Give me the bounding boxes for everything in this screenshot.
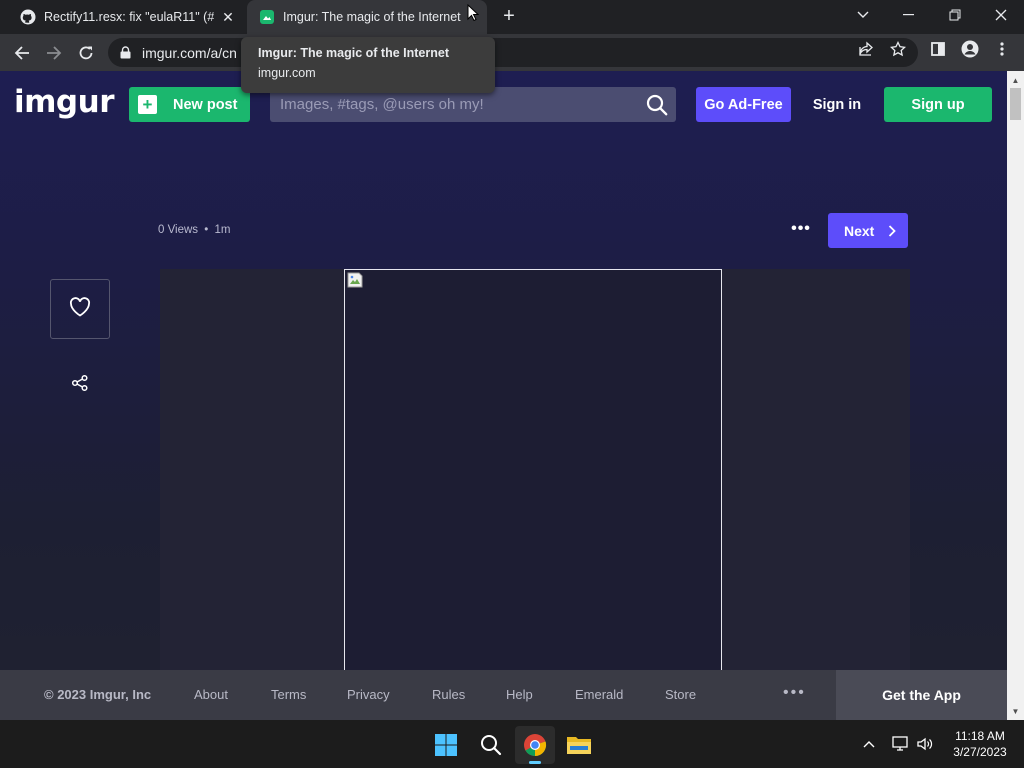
heart-icon	[69, 296, 91, 322]
next-label: Next	[844, 222, 875, 239]
github-icon	[20, 9, 36, 25]
bookmark-star-icon[interactable]	[888, 39, 908, 59]
back-button[interactable]	[8, 39, 36, 67]
post-meta: 0 Views • 1m	[158, 224, 230, 236]
show-hidden-icons-chevron-icon[interactable]	[858, 720, 880, 768]
volume-icon[interactable]	[914, 720, 936, 768]
tab-github[interactable]: Rectify11.resx: fix "eulaR11" (#12… ✕	[8, 0, 246, 34]
footer-link-privacy[interactable]: Privacy	[347, 687, 390, 702]
footer-link-help[interactable]: Help	[506, 687, 533, 702]
footer-link-rules[interactable]: Rules	[432, 687, 465, 702]
forward-button[interactable]	[40, 39, 68, 67]
mouse-cursor-icon	[467, 4, 479, 22]
footer-link-emerald[interactable]: Emerald	[575, 687, 623, 702]
page-footer: © 2023 Imgur, Inc About Terms Privacy Ru…	[0, 670, 1007, 720]
side-panel-icon[interactable]	[928, 39, 948, 59]
broken-image-icon	[347, 272, 363, 288]
search-icon	[481, 735, 502, 756]
clock-time: 11:18 AM	[955, 729, 1005, 743]
taskbar-file-explorer[interactable]	[559, 726, 599, 764]
windows-logo-icon	[435, 734, 457, 756]
folder-icon	[567, 737, 591, 754]
close-window-button[interactable]	[978, 0, 1024, 30]
clock-date: 3/27/2023	[953, 745, 1007, 759]
footer-link-store[interactable]: Store	[665, 687, 696, 702]
page-viewport: imgur + New post Go Ad-Free Sign in Sign…	[0, 71, 1007, 720]
footer-link-about[interactable]: About	[194, 687, 228, 702]
search-icon[interactable]	[646, 94, 668, 116]
share-page-icon[interactable]	[856, 39, 876, 59]
tab-hover-tooltip: Imgur: The magic of the Internet imgur.c…	[241, 37, 495, 93]
new-post-button[interactable]: + New post	[129, 87, 250, 122]
favorite-button[interactable]	[50, 279, 110, 339]
tab-strip: Rectify11.resx: fix "eulaR11" (#12… ✕ Im…	[0, 0, 1024, 34]
new-tab-button[interactable]: +	[499, 6, 519, 27]
imgur-logo[interactable]: imgur	[14, 84, 114, 120]
go-ad-free-button[interactable]: Go Ad-Free	[696, 87, 791, 122]
network-icon[interactable]	[890, 720, 912, 768]
post-age: 1m	[214, 224, 231, 236]
footer-more-icon[interactable]: •••	[783, 684, 806, 702]
scrollbar-thumb[interactable]	[1010, 88, 1021, 120]
post-image[interactable]	[344, 269, 722, 720]
close-icon[interactable]: ✕	[220, 9, 236, 25]
windows-taskbar: 11:18 AM 3/27/2023	[0, 720, 1024, 768]
plus-icon: +	[138, 95, 157, 114]
share-icon[interactable]	[68, 373, 92, 393]
start-button[interactable]	[426, 726, 466, 764]
kebab-menu-icon[interactable]	[992, 39, 1012, 59]
copyright: © 2023 Imgur, Inc	[44, 687, 152, 702]
taskbar-chrome[interactable]	[515, 726, 555, 764]
system-clock[interactable]: 11:18 AM 3/27/2023	[940, 728, 1020, 760]
view-count: 0 Views	[158, 224, 199, 236]
chrome-icon	[524, 734, 547, 757]
taskbar-search-button[interactable]	[471, 726, 511, 764]
browser-toolbar: imgur.com/a/cn	[0, 34, 1024, 71]
sign-up-button[interactable]: Sign up	[884, 87, 992, 122]
tab-title: Imgur: The magic of the Internet	[283, 10, 461, 24]
profile-icon[interactable]	[960, 39, 980, 59]
tooltip-url: imgur.com	[258, 66, 316, 80]
scroll-down-icon[interactable]: ▼	[1007, 704, 1024, 718]
lock-icon[interactable]	[120, 46, 134, 60]
restore-button[interactable]	[932, 0, 978, 30]
next-post-button[interactable]: Next	[828, 213, 908, 248]
get-the-app-button[interactable]: Get the App	[836, 670, 1007, 720]
page-scrollbar[interactable]: ▲ ▼	[1007, 71, 1024, 720]
tab-title: Rectify11.resx: fix "eulaR11" (#12…	[44, 10, 214, 24]
more-options-icon[interactable]: •••	[788, 220, 814, 237]
minimize-button[interactable]	[886, 0, 932, 30]
sign-in-link[interactable]: Sign in	[808, 87, 866, 122]
tooltip-title: Imgur: The magic of the Internet	[258, 46, 449, 60]
active-indicator	[529, 761, 541, 764]
scroll-up-icon[interactable]: ▲	[1007, 73, 1024, 87]
imgur-icon	[259, 9, 275, 25]
footer-link-terms[interactable]: Terms	[271, 687, 306, 702]
meta-separator: •	[204, 224, 209, 236]
tab-search-chevron-icon[interactable]	[840, 0, 886, 30]
address-text: imgur.com/a/cn	[142, 44, 237, 61]
reload-button[interactable]	[72, 39, 100, 67]
chevron-right-icon	[888, 224, 897, 237]
tab-imgur[interactable]: Imgur: The magic of the Internet	[247, 0, 487, 34]
address-bar[interactable]: imgur.com/a/cn	[108, 38, 918, 67]
new-post-label: New post	[173, 96, 238, 113]
